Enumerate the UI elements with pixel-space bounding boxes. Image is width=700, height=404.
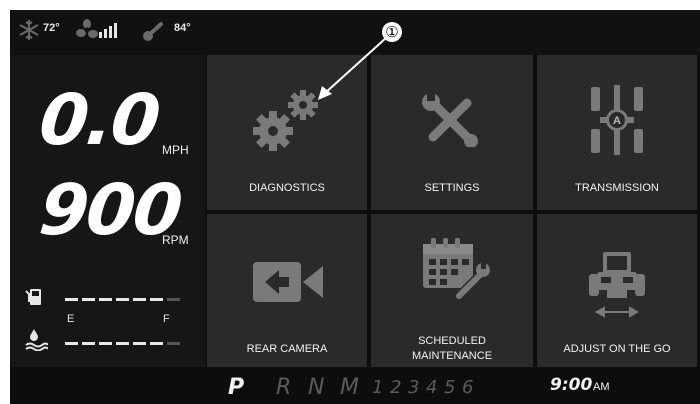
def-gauge-segment	[82, 342, 95, 345]
def-gauge-segment	[133, 342, 146, 345]
calendar-wrench-icon	[423, 238, 490, 300]
rpm-unit: RPM	[162, 233, 189, 247]
gear-reverse: R	[276, 375, 292, 400]
gear-5: 5	[444, 377, 456, 398]
tools-icon	[422, 93, 478, 147]
tile-rear-camera[interactable]: REAR CAMERA	[207, 214, 367, 367]
fuel-gauge-segment	[150, 298, 163, 301]
tile-adjust-on-the-go[interactable]: ADJUST ON THE GO	[537, 214, 697, 367]
transmission-icon: A	[591, 85, 643, 155]
def-gauge-segment	[99, 342, 112, 345]
transmission-label: TRANSMISSION	[575, 182, 659, 194]
def-gauge	[65, 342, 184, 345]
tile-scheduled-maintenance[interactable]: SCHEDULED MAINTENANCE	[371, 214, 533, 367]
callout-badge: ①	[382, 22, 402, 42]
gear-1: 1	[372, 377, 384, 398]
def-gauge-segment	[150, 342, 163, 345]
settings-label: SETTINGS	[424, 182, 480, 194]
gear-4: 4	[426, 377, 438, 398]
gear-park: P	[228, 375, 245, 400]
fan-icon	[76, 19, 98, 38]
def-gauge-segment	[167, 342, 180, 345]
outside-temp: 84°	[174, 22, 191, 34]
gear-bar: P R N M 1 2 3 4 5 6 9:00 AM	[10, 367, 700, 404]
fuel-gauge	[65, 298, 184, 301]
gear-6: 6	[462, 377, 474, 398]
instrument-cluster: 0.0 MPH 900 RPM E F	[10, 55, 205, 367]
fuel-gauge-segment	[82, 298, 95, 301]
fuel-icon	[25, 289, 41, 305]
def-gauge-segment	[116, 342, 129, 345]
gear-2: 2	[390, 377, 402, 398]
fuel-gauge-segment	[65, 298, 78, 301]
def-fluid-icon	[25, 329, 48, 351]
thermometer-icon	[143, 22, 163, 41]
fuel-gauge-segment	[116, 298, 129, 301]
clock-ampm: AM	[593, 381, 610, 393]
display-screen: 72° 84° 0.0 MPH 900 RPM E F DIAGNOSTICS …	[10, 10, 700, 404]
adjust-on-the-go-label: ADJUST ON THE GO	[563, 343, 671, 355]
fuel-gauge-segment	[99, 298, 112, 301]
def-gauge-segment	[65, 342, 78, 345]
tractor-icon	[589, 252, 645, 318]
gear-neutral: N	[308, 375, 325, 400]
fuel-gauge-segment	[167, 298, 180, 301]
speed-unit: MPH	[162, 143, 189, 157]
tile-transmission[interactable]: A TRANSMISSION	[537, 55, 697, 210]
scheduled-maintenance-label-line2: MAINTENANCE	[411, 350, 493, 362]
fuel-empty-label: E	[67, 313, 75, 325]
fuel-full-label: F	[163, 313, 170, 325]
diagnostics-label: DIAGNOSTICS	[249, 182, 325, 194]
rear-camera-label: REAR CAMERA	[246, 343, 328, 355]
speed-value: 0.0	[35, 79, 163, 161]
gear-3: 3	[408, 377, 420, 398]
callout-number: ①	[385, 23, 399, 41]
scheduled-maintenance-label-line1: SCHEDULED	[418, 335, 486, 347]
transmission-badge: A	[613, 115, 621, 127]
gear-manual: M	[340, 375, 359, 400]
fuel-gauge-segment	[133, 298, 146, 301]
clock-time: 9:00	[550, 375, 593, 395]
camera-icon	[253, 262, 323, 302]
ac-temp: 72°	[43, 22, 60, 34]
signal-bars-icon	[99, 23, 117, 38]
snowflake-icon	[19, 20, 39, 40]
